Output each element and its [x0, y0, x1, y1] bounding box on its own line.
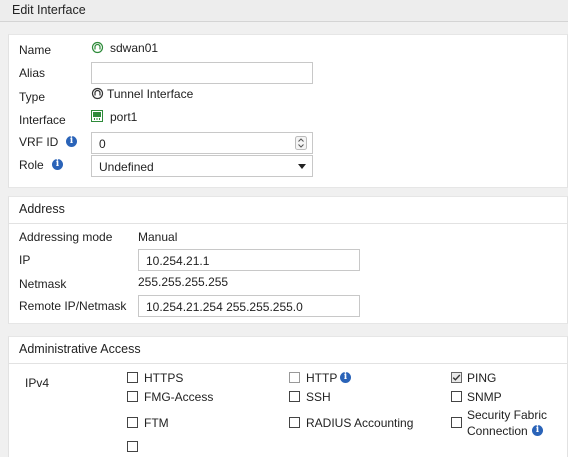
snmp-label: SNMP: [467, 390, 502, 404]
snmp-checkbox[interactable]: [451, 391, 462, 402]
tunnel-type-icon: [91, 87, 104, 100]
fmg-access-checkbox[interactable]: [127, 391, 138, 402]
vrf-id-value: 0: [99, 137, 106, 151]
alias-label: Alias: [19, 66, 46, 80]
checkmark-icon: [452, 374, 461, 381]
netmask-label: Netmask: [19, 277, 67, 291]
addressing-mode-value: Manual: [138, 230, 178, 244]
ssh-label: SSH: [306, 390, 331, 404]
http-checkbox[interactable]: [289, 372, 300, 383]
alias-input[interactable]: [91, 62, 313, 84]
remote-ip-input[interactable]: 10.254.21.254 255.255.255.0: [138, 295, 360, 317]
info-icon[interactable]: i: [532, 425, 543, 436]
name-label: Name: [19, 43, 52, 57]
remote-ip-label: Remote IP/Netmask: [19, 299, 127, 313]
address-section-title: Address: [19, 202, 65, 216]
security-fabric-label-line2: Connection: [467, 424, 528, 438]
role-value: Undefined: [99, 160, 154, 174]
https-checkbox[interactable]: [127, 372, 138, 383]
ip-input[interactable]: 10.254.21.1: [138, 249, 360, 271]
dialog-title: Edit Interface: [12, 3, 86, 17]
radius-accounting-label: RADIUS Accounting: [306, 416, 414, 430]
netmask-value: 255.255.255.255: [138, 275, 229, 289]
security-fabric-label-line1: Security Fabric: [467, 408, 548, 422]
ftm-label: FTM: [144, 416, 169, 430]
ping-label: PING: [467, 371, 497, 385]
ipv4-label: IPv4: [25, 376, 50, 390]
addressing-mode-label: Addressing mode: [19, 230, 113, 244]
general-section: Name sdwan01 Alias Type Tunnel Interface…: [8, 34, 568, 188]
ip-value: 10.254.21.1: [146, 254, 210, 268]
name-value: sdwan01: [110, 41, 159, 55]
vrf-id-label: VRF ID: [19, 135, 59, 149]
remote-ip-value: 10.254.21.254 255.255.255.0: [146, 300, 303, 314]
role-select[interactable]: Undefined: [91, 155, 313, 177]
address-section: Address Addressing mode Manual IP 10.254…: [8, 196, 568, 324]
admin-access-section-title: Administrative Access: [19, 342, 141, 356]
chevron-down-icon: [298, 164, 306, 169]
role-label: Role: [19, 158, 44, 172]
next-option-checkbox[interactable]: [127, 441, 138, 452]
type-label: Type: [19, 90, 46, 104]
radius-accounting-checkbox[interactable]: [289, 417, 300, 428]
type-value: Tunnel Interface: [107, 87, 194, 101]
vrf-id-input[interactable]: 0: [91, 132, 313, 154]
ip-label: IP: [19, 253, 31, 267]
address-section-header: Address: [9, 197, 567, 224]
admin-access-section: Administrative Access IPv4 HTTPS HTTP i …: [8, 336, 568, 457]
spinner-icon[interactable]: [295, 136, 307, 150]
info-icon[interactable]: i: [66, 136, 77, 147]
fmg-access-label: FMG-Access: [144, 390, 214, 404]
ssh-checkbox[interactable]: [289, 391, 300, 402]
http-label: HTTP: [306, 371, 338, 385]
dialog-title-bar: Edit Interface: [0, 0, 568, 22]
info-icon[interactable]: i: [52, 159, 63, 170]
ping-checkbox[interactable]: [451, 372, 462, 383]
tunnel-interface-icon: [91, 41, 104, 54]
security-fabric-checkbox[interactable]: [451, 417, 462, 428]
interface-value: port1: [110, 110, 138, 124]
https-label: HTTPS: [144, 371, 184, 385]
port-icon: [91, 110, 103, 122]
admin-access-section-header: Administrative Access: [9, 337, 567, 364]
info-icon[interactable]: i: [340, 372, 351, 383]
interface-label: Interface: [19, 113, 66, 127]
ftm-checkbox[interactable]: [127, 417, 138, 428]
